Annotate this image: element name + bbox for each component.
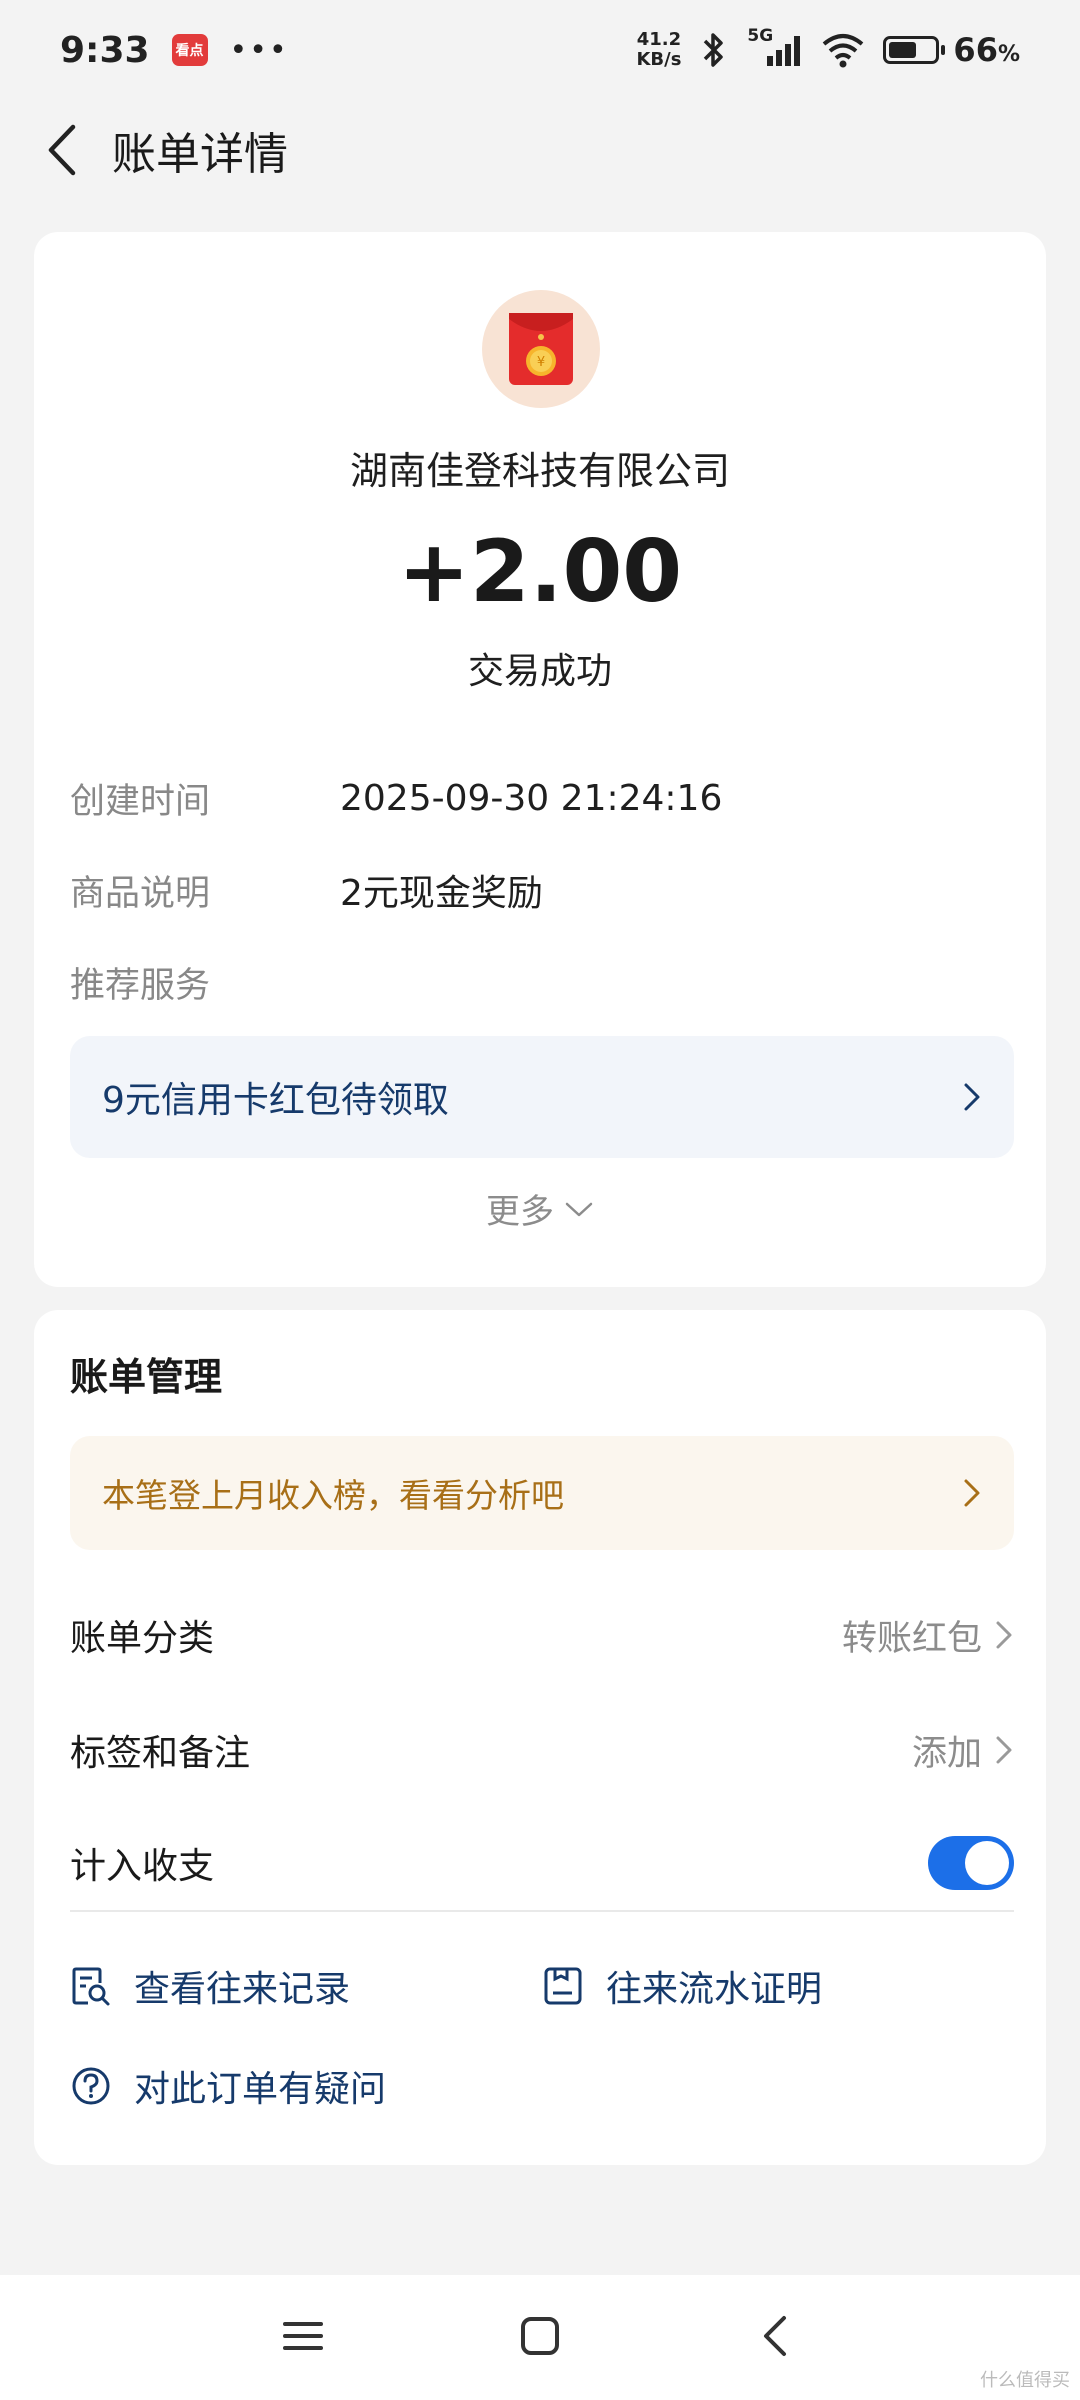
chevron-right-icon xyxy=(996,1736,1012,1764)
category-value: 转账红包 xyxy=(841,1618,982,1659)
back-button[interactable] xyxy=(22,110,102,190)
records-search-icon xyxy=(72,1967,110,2006)
statement-proof-label: 往来流水证明 xyxy=(606,1969,823,2010)
svg-text:¥: ¥ xyxy=(537,355,545,370)
include-label: 计入收支 xyxy=(70,1846,215,1887)
more-toggle[interactable]: 更多 xyxy=(34,1184,1046,1233)
view-records-label: 查看往来记录 xyxy=(134,1969,351,2010)
tags-notes-row[interactable]: 标签和备注 添加 xyxy=(70,1710,1014,1790)
info-value: 2元现金奖励 xyxy=(340,873,543,914)
chevron-right-icon xyxy=(964,1083,980,1111)
view-records-link[interactable]: 查看往来记录 xyxy=(70,1960,350,2012)
info-row-product-desc: 商品说明 2元现金奖励 xyxy=(70,860,543,920)
merchant-name: 湖南佳登科技有限公司 xyxy=(349,449,730,493)
income-insight-banner[interactable]: 本笔登上月收入榜，看看分析吧 xyxy=(70,1436,1014,1550)
net-speed: 41.2 KB/s xyxy=(636,30,681,70)
battery-icon xyxy=(883,36,940,64)
info-label: 创建时间 xyxy=(70,781,211,822)
order-question-label: 对此订单有疑问 xyxy=(134,2069,387,2110)
order-question-link[interactable]: 对此订单有疑问 xyxy=(70,2060,386,2112)
divider xyxy=(70,1910,1014,1912)
signal-icon: 5G xyxy=(747,26,803,68)
bill-category-row[interactable]: 账单分类 转账红包 xyxy=(70,1595,1014,1675)
status-time: 9:33 xyxy=(60,29,150,71)
watermark: 什么值得买 xyxy=(980,2370,1070,2391)
transaction-status: 交易成功 xyxy=(467,651,612,692)
info-label: 推荐服务 xyxy=(70,965,211,1006)
transaction-amount: +2.00 xyxy=(397,522,683,622)
merchant-avatar: ¥ xyxy=(482,290,600,408)
net-speed-unit: KB/s xyxy=(636,49,682,70)
net-speed-value: 41.2 xyxy=(636,29,682,50)
app-notification-icon: 看点 xyxy=(171,34,208,66)
nav-home-button[interactable] xyxy=(505,2301,575,2371)
battery-unit: % xyxy=(997,42,1020,67)
info-label: 商品说明 xyxy=(70,873,211,914)
include-toggle[interactable] xyxy=(928,1836,1014,1890)
statement-proof-link[interactable]: 往来流水证明 xyxy=(542,1960,822,2012)
tags-label: 标签和备注 xyxy=(70,1733,251,1774)
page-title: 账单详情 xyxy=(112,129,288,180)
menu-icon xyxy=(283,2322,323,2350)
wifi-icon xyxy=(823,34,864,68)
toggle-knob xyxy=(965,1841,1009,1885)
section-title: 账单管理 xyxy=(70,1355,223,1399)
insight-text: 本笔登上月收入榜，看看分析吧 xyxy=(102,1476,564,1515)
bluetooth-icon xyxy=(704,33,724,67)
chevron-left-icon xyxy=(764,2316,786,2356)
category-label: 账单分类 xyxy=(70,1618,215,1659)
bill-detail-card: ¥ 湖南佳登科技有限公司 +2.00 交易成功 创建时间 2025-09-30 … xyxy=(34,232,1046,1287)
document-icon xyxy=(544,1967,582,2005)
chevron-left-icon xyxy=(48,124,76,176)
info-row-recommended: 推荐服务 xyxy=(70,952,340,1012)
include-in-balance-row: 计入收支 xyxy=(70,1823,1014,1903)
more-notifications-icon: ••• xyxy=(229,32,289,68)
chevron-right-icon xyxy=(996,1621,1012,1649)
status-bar: 9:33 看点 ••• 41.2 KB/s 5G 66% xyxy=(0,0,1080,100)
promo-text: 9元信用卡红包待领取 xyxy=(102,1080,449,1121)
red-envelope-icon: ¥ xyxy=(509,313,573,385)
info-value: 2025-09-30 21:24:16 xyxy=(340,777,723,819)
battery-indicator: 66% xyxy=(883,31,1020,69)
battery-percent: 66 xyxy=(953,31,998,69)
question-icon xyxy=(72,2067,110,2105)
system-nav-bar: 什么值得买 xyxy=(0,2275,1080,2400)
bill-management-card: 账单管理 本笔登上月收入榜，看看分析吧 账单分类 转账红包 标签和备注 添加 计… xyxy=(34,1310,1046,2165)
nav-menu-button[interactable] xyxy=(268,2301,338,2371)
more-label: 更多 xyxy=(486,1192,554,1232)
credit-card-promo[interactable]: 9元信用卡红包待领取 xyxy=(70,1036,1014,1158)
chevron-right-icon xyxy=(964,1479,980,1507)
home-square-icon xyxy=(521,2317,559,2355)
chevron-down-icon xyxy=(565,1202,593,1216)
info-row-created-time: 创建时间 2025-09-30 21:24:16 xyxy=(70,768,722,828)
nav-back-button[interactable] xyxy=(740,2301,810,2371)
page-header: 账单详情 xyxy=(0,100,1080,200)
tags-value: 添加 xyxy=(911,1733,982,1774)
